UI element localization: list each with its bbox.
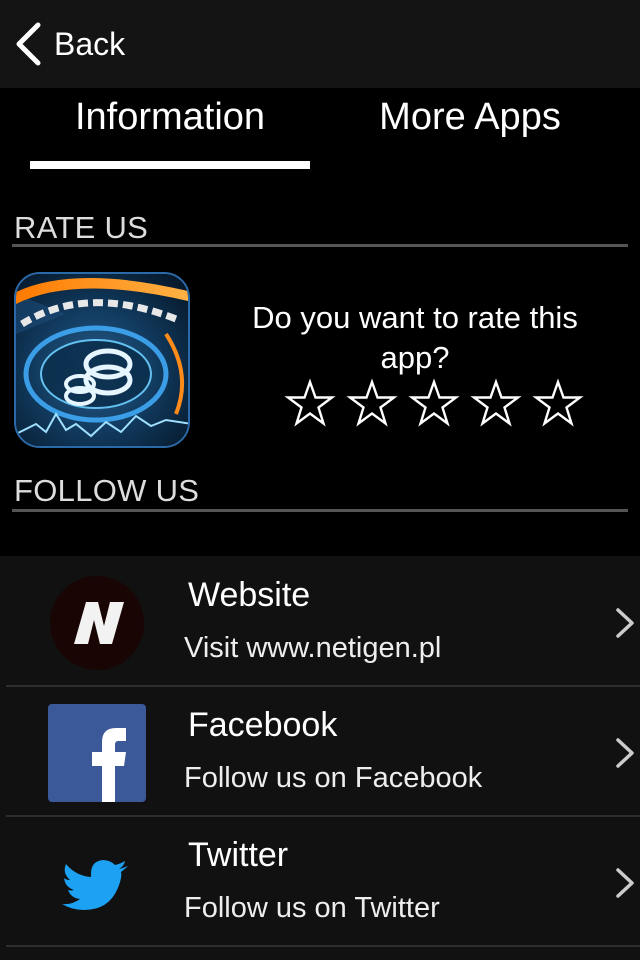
back-label: Back bbox=[54, 25, 126, 62]
chevron-left-icon bbox=[16, 22, 41, 66]
tab-bar: Information More Apps bbox=[0, 88, 640, 172]
netigen-logo-icon bbox=[48, 574, 146, 672]
tab-selected-indicator bbox=[30, 161, 310, 169]
list-item-facebook[interactable]: Facebook Follow us on Facebook bbox=[0, 686, 640, 816]
rate-prompt: Do you want to rate this app? bbox=[252, 300, 578, 375]
navigation-bar: Back bbox=[0, 0, 640, 88]
tab-information[interactable]: Information bbox=[30, 96, 310, 156]
star-rating bbox=[284, 378, 584, 432]
twitter-icon bbox=[48, 834, 146, 932]
back-button[interactable]: Back bbox=[14, 22, 125, 66]
star-icon[interactable] bbox=[408, 378, 460, 430]
star-icon[interactable] bbox=[284, 378, 336, 430]
list-separator bbox=[6, 945, 640, 947]
list-item-title: Twitter bbox=[188, 836, 289, 874]
section-title-rate-us: RATE US bbox=[14, 210, 149, 245]
chevron-right-icon bbox=[616, 868, 634, 898]
section-divider bbox=[12, 244, 628, 247]
star-icon[interactable] bbox=[532, 378, 584, 430]
section-divider bbox=[12, 509, 628, 512]
chevron-right-icon bbox=[616, 608, 634, 638]
list-item-twitter[interactable]: Twitter Follow us on Twitter bbox=[0, 816, 640, 946]
chevron-right-icon bbox=[616, 738, 634, 768]
list-item-title: Website bbox=[188, 576, 311, 614]
list-item-subtitle: Follow us on Twitter bbox=[184, 892, 440, 924]
tab-more-apps[interactable]: More Apps bbox=[320, 96, 620, 156]
star-icon[interactable] bbox=[346, 378, 398, 430]
follow-list: Website Visit www.netigen.pl Facebook Fo… bbox=[0, 556, 640, 960]
list-item-subtitle: Follow us on Facebook bbox=[184, 762, 483, 794]
star-icon[interactable] bbox=[470, 378, 522, 430]
section-title-follow-us: FOLLOW US bbox=[14, 473, 200, 508]
list-item-website[interactable]: Website Visit www.netigen.pl bbox=[0, 556, 640, 686]
app-icon bbox=[14, 272, 190, 448]
list-item-subtitle: Visit www.netigen.pl bbox=[184, 632, 442, 664]
list-item-title: Facebook bbox=[188, 706, 338, 744]
speedometer-app-icon bbox=[16, 274, 188, 446]
facebook-icon bbox=[48, 704, 146, 802]
